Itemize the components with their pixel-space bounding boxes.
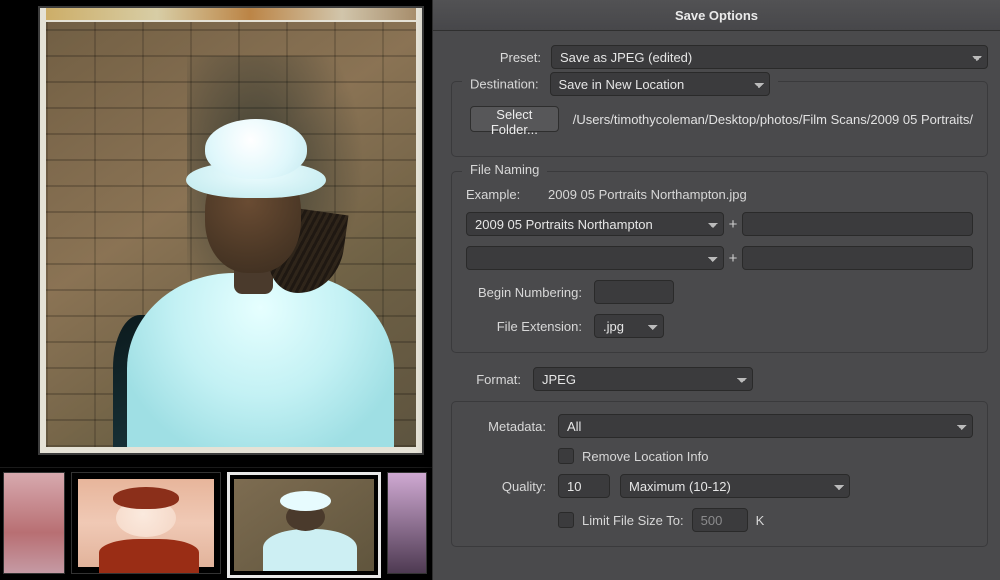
thumbnail-3[interactable] bbox=[387, 472, 427, 574]
metadata-select[interactable]: All bbox=[558, 414, 973, 438]
thumbnail-2-selected[interactable] bbox=[227, 472, 381, 578]
checkbox-icon bbox=[558, 448, 574, 464]
preset-label: Preset: bbox=[451, 50, 551, 65]
plus-icon: + bbox=[724, 250, 742, 267]
plus-icon: + bbox=[724, 216, 742, 233]
destination-mode-select[interactable]: Save in New Location bbox=[550, 72, 770, 96]
quality-label: Quality: bbox=[466, 479, 558, 494]
white-cap bbox=[186, 119, 327, 196]
name-part-2b-input[interactable] bbox=[742, 246, 973, 270]
workspace-top: Save Options Preset: Save as JPEG (edite… bbox=[0, 0, 1000, 467]
format-label: Format: bbox=[451, 372, 533, 387]
format-group: Metadata: All Remove Location Info bbox=[451, 401, 988, 547]
thumbnail-0[interactable] bbox=[3, 472, 65, 574]
panel-body: Preset: Save as JPEG (edited) Destinatio… bbox=[433, 31, 1000, 547]
format-select[interactable]: JPEG bbox=[533, 367, 753, 391]
cap-crown bbox=[205, 119, 306, 179]
film-edge-strip bbox=[46, 8, 416, 20]
name-part-1-select[interactable]: 2009 05 Portraits Northampton bbox=[466, 212, 724, 236]
tshirt-torso bbox=[127, 273, 394, 447]
checkbox-icon bbox=[558, 512, 574, 528]
limit-file-size-input bbox=[692, 508, 748, 532]
image-preview-area bbox=[0, 0, 432, 467]
destination-group: Destination: Save in New Location Select… bbox=[451, 81, 988, 157]
destination-path: /Users/timothycoleman/Desktop/photos/Fil… bbox=[573, 112, 973, 127]
photo-frame bbox=[38, 6, 424, 455]
begin-numbering-input bbox=[594, 280, 674, 304]
panel-title: Save Options bbox=[675, 8, 758, 23]
example-label: Example: bbox=[466, 187, 548, 202]
preset-select[interactable]: Save as JPEG (edited) bbox=[551, 45, 988, 69]
thumbnail-1[interactable] bbox=[71, 472, 221, 574]
name-part-1b-input[interactable] bbox=[742, 212, 973, 236]
file-extension-label: File Extension: bbox=[466, 319, 594, 334]
file-extension-select[interactable]: .jpg bbox=[594, 314, 664, 338]
app-root: Save Options Preset: Save as JPEG (edite… bbox=[0, 0, 1000, 580]
remove-location-checkbox[interactable]: Remove Location Info bbox=[558, 448, 708, 464]
save-options-panel: Save Options Preset: Save as JPEG (edite… bbox=[432, 0, 1000, 580]
quality-input[interactable] bbox=[558, 474, 610, 498]
format-row: Format: JPEG bbox=[451, 367, 988, 391]
quality-preset-select[interactable]: Maximum (10-12) bbox=[620, 474, 850, 498]
select-folder-button[interactable]: Select Folder... bbox=[470, 106, 559, 132]
panel-titlebar: Save Options bbox=[433, 0, 1000, 31]
preset-row: Preset: Save as JPEG (edited) bbox=[451, 45, 988, 69]
begin-numbering-label: Begin Numbering: bbox=[466, 285, 594, 300]
metadata-label: Metadata: bbox=[466, 419, 558, 434]
name-part-2-select[interactable] bbox=[466, 246, 724, 270]
example-value: 2009 05 Portraits Northampton.jpg bbox=[548, 187, 747, 202]
limit-file-size-unit: K bbox=[756, 513, 765, 528]
file-naming-group-label: File Naming bbox=[462, 162, 547, 177]
subject-person bbox=[113, 99, 394, 448]
file-naming-group: File Naming Example: 2009 05 Portraits N… bbox=[451, 171, 988, 353]
photo bbox=[46, 22, 416, 447]
destination-group-label: Destination: Save in New Location bbox=[462, 72, 778, 96]
limit-file-size-checkbox[interactable]: Limit File Size To: bbox=[558, 512, 684, 528]
